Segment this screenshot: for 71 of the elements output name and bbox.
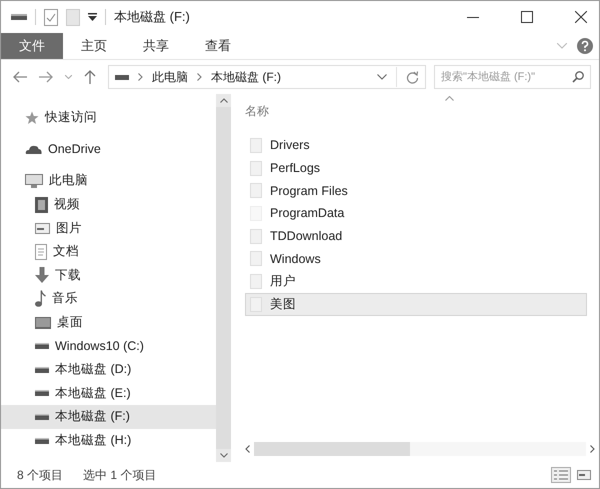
nav-item[interactable]: 本地磁盘 (D:)	[1, 358, 216, 382]
down-arrow-icon	[35, 267, 49, 284]
selection-count: 选中 1 个项目	[83, 466, 156, 484]
file-row[interactable]: 美图	[245, 292, 587, 316]
dropdown-icon[interactable]	[88, 13, 97, 21]
nav-item[interactable]: 音乐	[1, 287, 216, 311]
properties-icon[interactable]	[44, 8, 58, 26]
file-row[interactable]: Windows	[245, 247, 587, 270]
column-header[interactable]: 名称	[245, 101, 269, 120]
search-icon[interactable]	[572, 71, 584, 83]
desktop-icon	[35, 316, 51, 329]
window-title: 本地磁盘 (F:)	[114, 8, 190, 26]
file-row[interactable]: PerfLogs	[245, 156, 587, 180]
nav-item[interactable]: 视频	[1, 192, 216, 216]
drive-icon	[115, 74, 129, 80]
drive-icon	[35, 343, 49, 350]
ribbon-tab[interactable]: 查看	[187, 33, 249, 59]
nav-item[interactable]: 下载	[1, 264, 216, 288]
music-note-icon	[35, 290, 46, 308]
file-row[interactable]: 用户	[245, 270, 587, 293]
picture-icon	[35, 222, 50, 234]
drive-icon	[35, 390, 49, 396]
nav-item[interactable]: 本地磁盘 (H:)	[1, 428, 216, 452]
file-row[interactable]: Program Files	[245, 179, 587, 202]
file-row[interactable]: TDDownload	[245, 224, 587, 248]
nav-item[interactable]: Windows10 (C:)	[1, 334, 216, 358]
document-icon	[35, 244, 47, 260]
close-icon[interactable]	[575, 11, 587, 23]
breadcrumb[interactable]: 此电脑	[152, 68, 188, 86]
thumbnail-view-icon[interactable]	[577, 470, 591, 480]
item-count: 8 个项目	[17, 466, 64, 484]
chevron-down-icon[interactable]	[220, 453, 228, 458]
nav-item[interactable]: 本地磁盘 (F:)	[1, 405, 216, 429]
sort-caret-icon[interactable]	[445, 96, 454, 101]
file-row[interactable]: ProgramData	[245, 202, 587, 225]
drive-icon	[35, 366, 49, 373]
forward-arrow-icon[interactable]	[39, 71, 53, 83]
nav-item[interactable]: 桌面	[1, 310, 216, 334]
back-arrow-icon[interactable]	[13, 71, 27, 83]
chevron-right-icon[interactable]	[590, 445, 595, 453]
scrollbar-thumb[interactable]	[254, 442, 410, 456]
nav-item[interactable]: 文档	[1, 240, 216, 264]
chevron-up-icon[interactable]	[220, 98, 228, 103]
drive-icon[interactable]	[11, 13, 27, 21]
nav-item[interactable]: 快速访问	[1, 106, 216, 130]
search-field[interactable]: 搜索"本地磁盘 (F:)"	[434, 65, 591, 89]
ribbon-tab[interactable]: 共享	[125, 33, 187, 59]
drive-icon	[35, 438, 49, 444]
file-row[interactable]: Drivers	[245, 134, 587, 157]
address-bar[interactable]: 此电脑 本地磁盘 (F:)	[108, 65, 426, 89]
chevron-right-icon[interactable]	[197, 73, 202, 81]
details-view-icon[interactable]	[551, 467, 571, 483]
film-icon	[35, 196, 48, 213]
help-icon[interactable]	[577, 38, 593, 54]
ribbon-tab[interactable]: 文件	[1, 33, 63, 59]
ribbon-tab[interactable]: 主页	[63, 33, 125, 59]
chevron-left-icon[interactable]	[245, 445, 250, 453]
maximize-icon[interactable]	[521, 11, 533, 23]
cloud-icon	[25, 144, 42, 154]
nav-item[interactable]: 本地磁盘 (E:)	[1, 382, 216, 406]
nav-item[interactable]: 此电脑	[1, 169, 216, 193]
chevron-down-icon[interactable]	[377, 74, 387, 80]
drive-icon	[35, 414, 49, 420]
nav-item[interactable]: 图片	[1, 216, 216, 240]
chevron-right-icon[interactable]	[138, 73, 143, 81]
computer-icon	[25, 174, 43, 188]
nav-item[interactable]: OneDrive	[1, 138, 216, 162]
breadcrumb[interactable]: 本地磁盘 (F:)	[211, 68, 281, 86]
up-arrow-icon[interactable]	[84, 70, 96, 84]
star-icon	[25, 110, 39, 125]
refresh-icon[interactable]	[406, 70, 419, 84]
